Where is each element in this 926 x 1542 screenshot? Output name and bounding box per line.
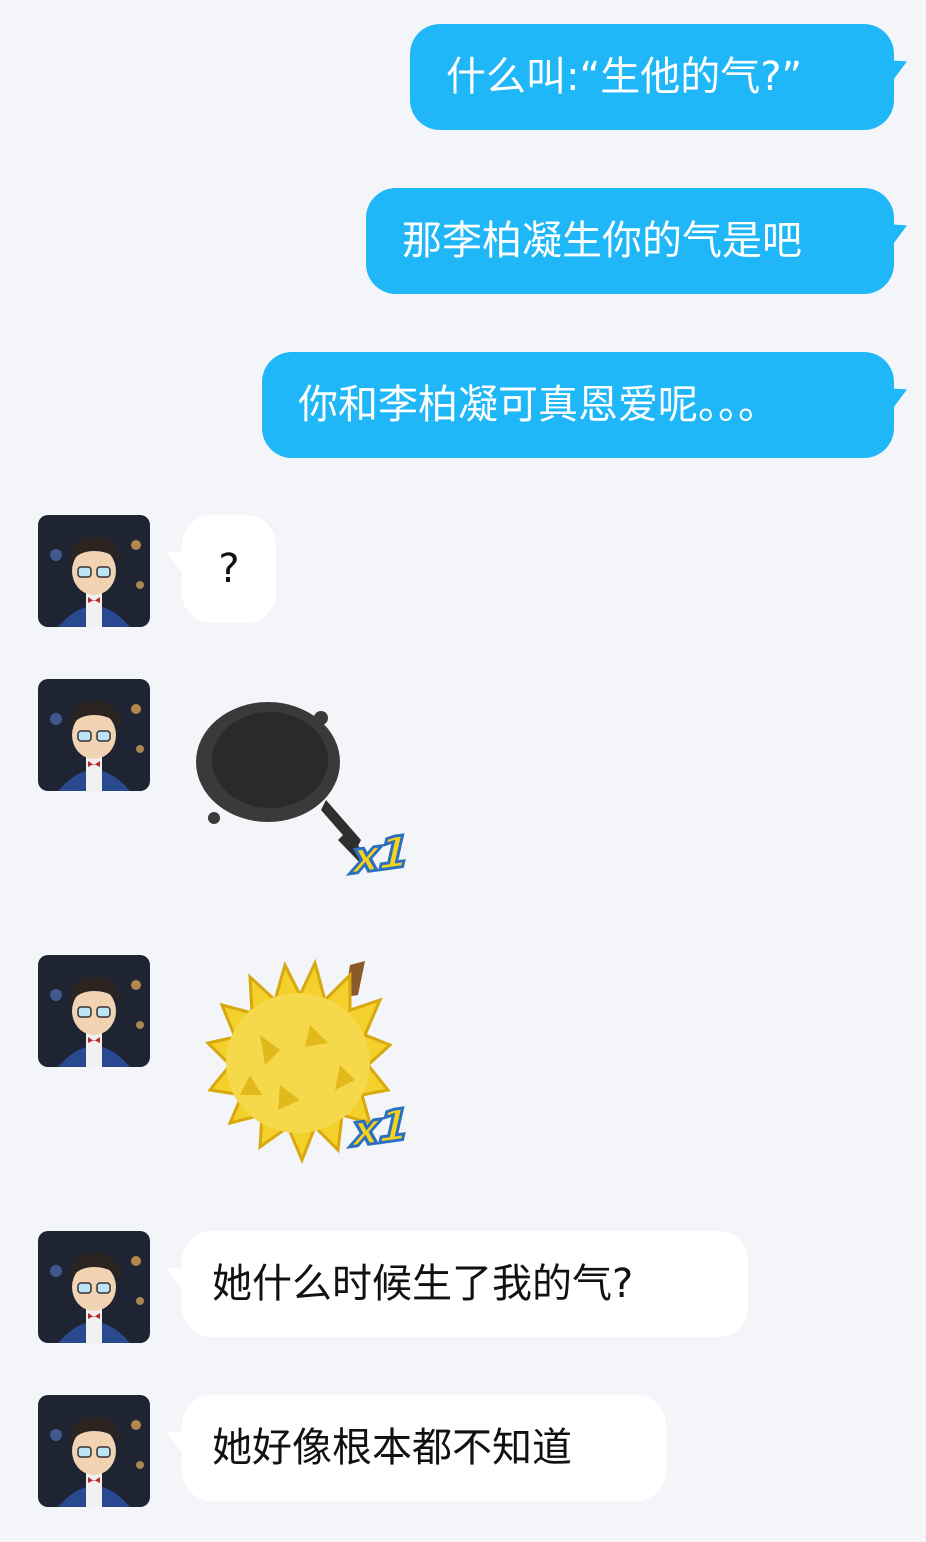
incoming-message-question[interactable]: ?	[182, 515, 276, 623]
contact-avatar[interactable]	[38, 955, 150, 1067]
incoming-message-1[interactable]: 她什么时候生了我的气?	[182, 1231, 748, 1337]
message-text: 她好像根本都不知道	[212, 1425, 572, 1471]
contact-avatar[interactable]	[38, 515, 150, 627]
durian-sticker[interactable]: x1	[190, 955, 440, 1180]
contact-avatar[interactable]	[38, 1231, 150, 1343]
message-text: 你和李柏凝可真恩爱呢。。。	[298, 382, 778, 428]
outgoing-message-3[interactable]: 你和李柏凝可真恩爱呢。。。	[262, 352, 894, 458]
message-text: ?	[218, 546, 240, 592]
contact-avatar[interactable]	[38, 1395, 150, 1507]
avatar-image	[38, 955, 150, 1067]
avatar-image	[38, 1231, 150, 1343]
contact-avatar[interactable]	[38, 679, 150, 791]
outgoing-message-2[interactable]: 那李柏凝生你的气是吧	[366, 188, 894, 294]
message-text: 那李柏凝生你的气是吧	[402, 218, 802, 264]
avatar-image	[38, 515, 150, 627]
message-text: 什么叫:“生他的气?”	[446, 54, 803, 100]
outgoing-message-1[interactable]: 什么叫:“生他的气?”	[410, 24, 894, 130]
sticker-count: x1	[349, 825, 410, 886]
sticker-count: x1	[349, 1098, 410, 1159]
message-text: 她什么时候生了我的气?	[212, 1261, 634, 1307]
incoming-message-2[interactable]: 她好像根本都不知道	[182, 1395, 666, 1501]
frying-pan-sticker[interactable]: x1	[196, 700, 436, 900]
avatar-image	[38, 1395, 150, 1507]
avatar-image	[38, 679, 150, 791]
